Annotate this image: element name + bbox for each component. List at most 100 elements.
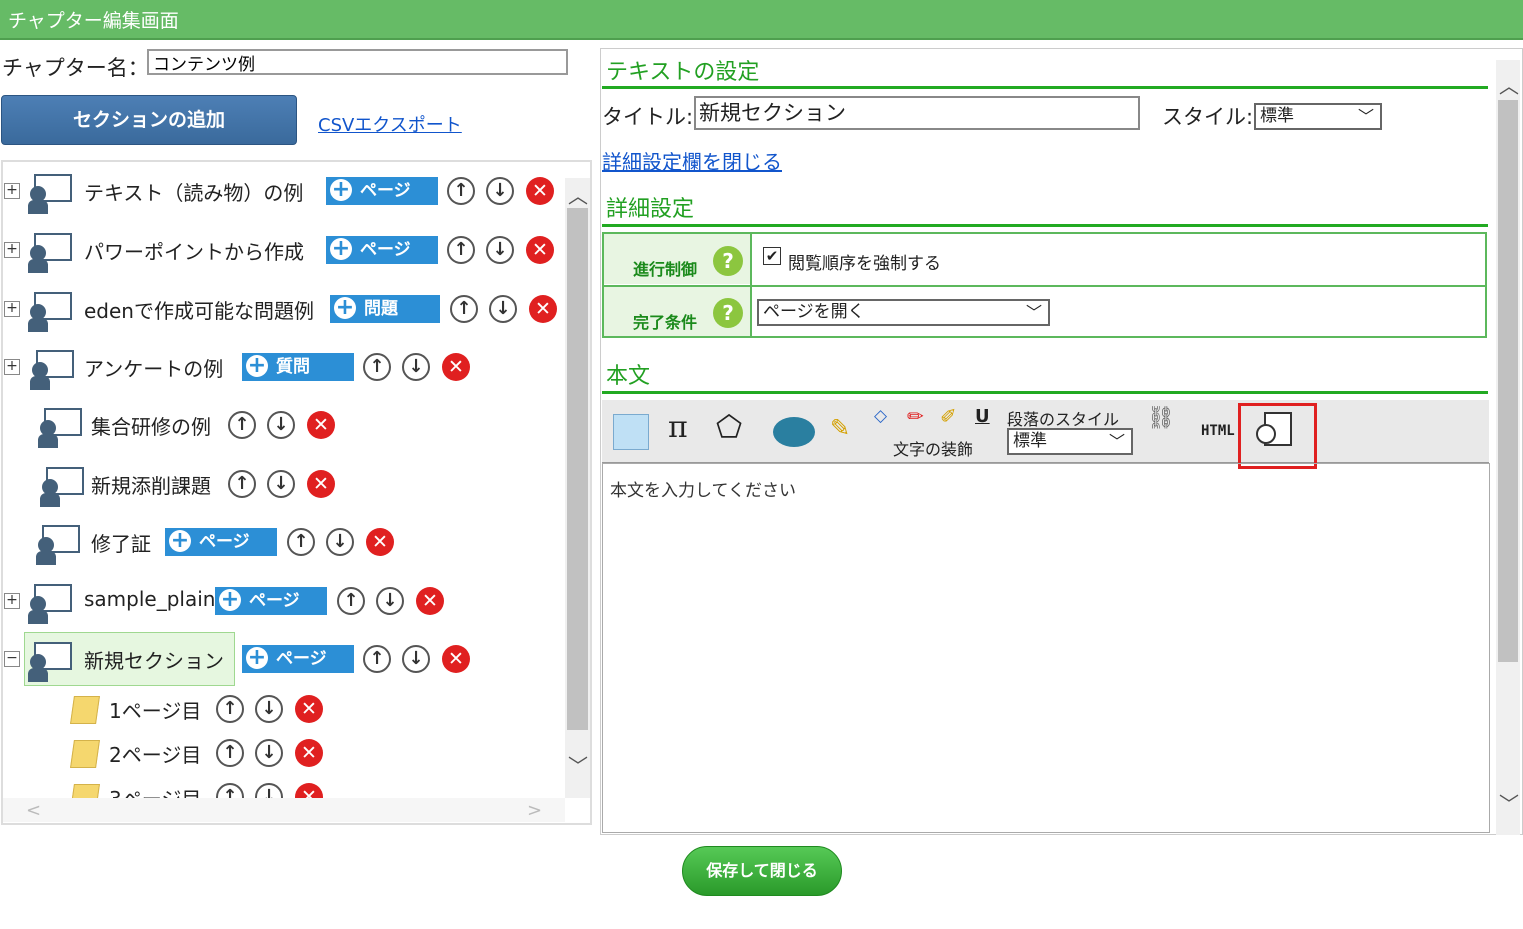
body-heading: 本文 [606, 364, 651, 389]
page-label[interactable]: 2ページ目 [109, 739, 201, 768]
tree-horizontal-scrollbar[interactable] [3, 798, 565, 822]
delete-icon[interactable]: ✕ [307, 470, 335, 498]
paragraph-style-select[interactable]: 標準 ﹀ [1007, 428, 1133, 455]
tree-toggle-icon[interactable]: − [4, 651, 20, 667]
section-label[interactable]: 新規セクション [84, 645, 224, 674]
body-editor[interactable]: 本文を入力してください [602, 463, 1490, 833]
insert-shape-icon[interactable]: ⬠ [716, 410, 742, 445]
completion-condition-select[interactable]: ページを開く ﹀ [757, 299, 1050, 326]
move-up-icon[interactable]: ↑ [363, 645, 391, 673]
section-label[interactable]: 新規添削課題 [91, 470, 211, 499]
tree-scroll-left-icon[interactable]: < [26, 800, 41, 821]
move-down-icon[interactable]: ↓ [267, 411, 295, 439]
section-label[interactable]: テキスト（読み物）の例 [84, 177, 303, 206]
move-up-icon[interactable]: ↑ [447, 236, 475, 264]
move-up-icon[interactable]: ↑ [337, 587, 365, 615]
tree-scroll-up-icon[interactable]: ︿ [568, 180, 588, 209]
add-item-button[interactable]: ページ [326, 236, 438, 264]
delete-icon[interactable]: ✕ [366, 528, 394, 556]
section-label[interactable]: パワーポイントから作成 [84, 236, 304, 265]
delete-icon[interactable]: ✕ [442, 353, 470, 381]
text-color-icon[interactable]: ✏ [907, 404, 924, 428]
highlight-icon[interactable]: ✐ [940, 404, 957, 428]
tree-scroll-down-icon[interactable]: ﹀ [568, 750, 588, 779]
title-input[interactable]: 新規セクション [694, 96, 1140, 130]
move-down-icon[interactable]: ↓ [376, 587, 404, 615]
chapter-name-input[interactable] [147, 49, 568, 75]
help-icon[interactable]: ? [713, 246, 743, 276]
add-item-button[interactable]: ページ [215, 587, 327, 615]
delete-icon[interactable]: ✕ [529, 295, 557, 323]
move-down-icon[interactable]: ↓ [486, 236, 514, 264]
delete-icon[interactable]: ✕ [416, 587, 444, 615]
settings-scrollbar-thumb[interactable] [1498, 100, 1518, 662]
style-label: スタイル: [1162, 105, 1254, 129]
move-up-icon[interactable]: ↑ [450, 295, 478, 323]
move-up-icon[interactable]: ↑ [228, 470, 256, 498]
eraser-icon[interactable]: ◇ [874, 406, 887, 426]
help-icon[interactable]: ? [713, 298, 743, 328]
move-up-icon[interactable]: ↑ [228, 411, 256, 439]
section-label[interactable]: 修了証 [91, 528, 151, 557]
tree-scroll-right-icon[interactable]: > [527, 800, 542, 821]
move-up-icon[interactable]: ↑ [447, 177, 475, 205]
section-label[interactable]: 集合研修の例 [91, 411, 211, 440]
move-up-icon[interactable]: ↑ [287, 528, 315, 556]
settings-scroll-up-icon[interactable]: ︿ [1499, 70, 1519, 99]
tree-toggle-icon[interactable]: + [4, 301, 20, 317]
tree-toggle-icon[interactable]: + [4, 183, 20, 199]
delete-icon[interactable]: ✕ [295, 695, 323, 723]
move-up-icon[interactable]: ↑ [363, 353, 391, 381]
csv-export-link[interactable]: CSVエクスポート [318, 111, 462, 137]
page-label[interactable]: 1ページ目 [109, 695, 201, 724]
move-down-icon[interactable]: ↓ [402, 353, 430, 381]
html-mode-icon[interactable]: HTML [1201, 423, 1235, 439]
presenter-icon [28, 229, 74, 273]
add-section-button[interactable]: セクションの追加 [1, 95, 297, 145]
speech-bubble-icon[interactable] [773, 417, 815, 447]
page-title: チャプター編集画面 [8, 10, 179, 32]
tree-scrollbar-thumb[interactable] [567, 208, 588, 730]
insert-math-icon[interactable]: π [668, 410, 688, 445]
delete-icon[interactable]: ✕ [442, 645, 470, 673]
tree-toggle-icon[interactable]: + [4, 593, 20, 609]
presenter-icon [36, 521, 82, 565]
presenter-icon [28, 170, 74, 214]
save-and-close-button[interactable]: 保存して閉じる [682, 846, 842, 896]
chevron-down-icon: ﹀ [1025, 303, 1042, 322]
brush-icon[interactable]: ✎ [830, 414, 850, 442]
tree-toggle-icon[interactable]: + [4, 242, 20, 258]
delete-icon[interactable]: ✕ [526, 236, 554, 264]
move-down-icon[interactable]: ↓ [489, 295, 517, 323]
enforce-order-label: 閲覧順序を強制する [788, 254, 941, 274]
section-label[interactable]: sample_plain [84, 587, 215, 611]
move-down-icon[interactable]: ↓ [486, 177, 514, 205]
add-item-button[interactable]: 問題 [330, 295, 440, 323]
move-down-icon[interactable]: ↓ [255, 695, 283, 723]
move-down-icon[interactable]: ↓ [402, 645, 430, 673]
insert-image-icon[interactable] [613, 414, 649, 450]
enforce-order-checkbox[interactable]: ✔ [763, 247, 781, 265]
move-down-icon[interactable]: ↓ [267, 470, 295, 498]
delete-icon[interactable]: ✕ [307, 411, 335, 439]
settings-scroll-down-icon[interactable]: ﹀ [1499, 788, 1519, 817]
move-up-icon[interactable]: ↑ [216, 739, 244, 767]
tree-toggle-icon[interactable]: + [4, 359, 20, 375]
section-label[interactable]: edenで作成可能な問題例 [84, 295, 314, 324]
link-icon[interactable]: ⛓ [1147, 406, 1175, 431]
add-item-button[interactable]: ページ [165, 528, 277, 556]
add-item-button[interactable]: ページ [326, 177, 438, 205]
style-select[interactable]: 標準 ﹀ [1254, 103, 1382, 130]
move-down-icon[interactable]: ↓ [326, 528, 354, 556]
underline-icon[interactable]: U [975, 406, 990, 427]
close-details-link[interactable]: 詳細設定欄を閉じる [602, 146, 782, 175]
presenter-icon [28, 580, 74, 624]
add-item-button[interactable]: ページ [242, 645, 354, 673]
delete-icon[interactable]: ✕ [295, 739, 323, 767]
clipboard-icon [30, 346, 76, 390]
move-down-icon[interactable]: ↓ [255, 739, 283, 767]
section-label[interactable]: アンケートの例 [84, 353, 223, 382]
delete-icon[interactable]: ✕ [526, 177, 554, 205]
move-up-icon[interactable]: ↑ [216, 695, 244, 723]
add-item-button[interactable]: 質問 [242, 353, 354, 381]
